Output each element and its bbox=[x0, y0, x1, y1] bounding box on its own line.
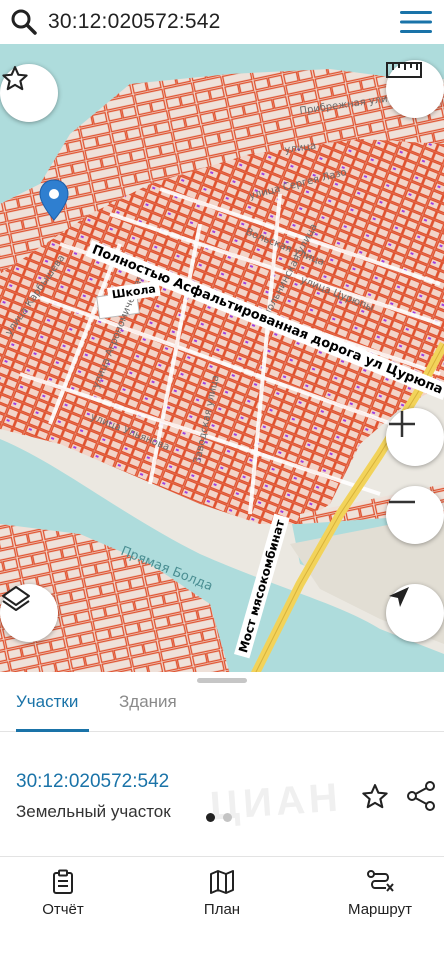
nav-report-label: Отчёт bbox=[42, 901, 84, 918]
plus-icon bbox=[389, 411, 415, 437]
minus-icon bbox=[389, 500, 415, 504]
hamburger-menu-icon[interactable] bbox=[388, 0, 444, 44]
parcel-number[interactable]: 30:12:020572:542 bbox=[16, 771, 169, 793]
map-view[interactable]: улица Карбышева улица улица Сергея Лазо … bbox=[0, 44, 444, 674]
zoom-in-button[interactable] bbox=[386, 408, 444, 466]
parcel-type: Земельный участок bbox=[16, 802, 171, 821]
favorites-button[interactable] bbox=[0, 64, 58, 122]
bottom-sheet: Участки Здания ЦИАН 30:12:020572:542 Зем… bbox=[0, 672, 444, 960]
search-icon[interactable] bbox=[0, 0, 48, 44]
tab-buildings[interactable]: Здания bbox=[119, 692, 177, 712]
search-bar[interactable]: 30:12:020572:542 bbox=[0, 0, 444, 44]
bottom-navigation: Отчёт План Маршрут bbox=[0, 856, 444, 960]
pager-dot bbox=[223, 813, 232, 822]
nav-route[interactable]: Маршрут bbox=[325, 869, 435, 918]
star-icon bbox=[362, 784, 388, 809]
pager-dot-active bbox=[206, 813, 215, 822]
route-icon bbox=[367, 870, 394, 892]
ruler-icon bbox=[386, 62, 422, 78]
map-icon bbox=[210, 870, 234, 894]
add-favorite-button[interactable] bbox=[360, 782, 390, 812]
search-query[interactable]: 30:12:020572:542 bbox=[48, 10, 388, 34]
share-icon bbox=[407, 781, 435, 811]
share-button[interactable] bbox=[406, 780, 436, 812]
pager-dots bbox=[206, 813, 232, 822]
navigation-arrow-icon bbox=[389, 587, 409, 607]
clipboard-icon bbox=[53, 869, 73, 894]
my-location-button[interactable] bbox=[386, 584, 444, 642]
sheet-drag-handle[interactable] bbox=[197, 678, 247, 683]
nav-route-label: Маршрут bbox=[348, 901, 412, 918]
nav-plan[interactable]: План bbox=[167, 869, 277, 918]
layers-icon bbox=[2, 586, 30, 611]
star-icon bbox=[2, 66, 28, 91]
active-tab-indicator bbox=[16, 729, 89, 732]
tab-bar: Участки Здания bbox=[0, 684, 444, 732]
layers-button[interactable] bbox=[0, 584, 58, 642]
ruler-button[interactable] bbox=[386, 60, 444, 118]
tab-parcels[interactable]: Участки bbox=[16, 692, 78, 712]
nav-plan-label: План bbox=[203, 901, 241, 918]
nav-report[interactable]: Отчёт bbox=[8, 869, 118, 918]
zoom-out-button[interactable] bbox=[386, 486, 444, 544]
